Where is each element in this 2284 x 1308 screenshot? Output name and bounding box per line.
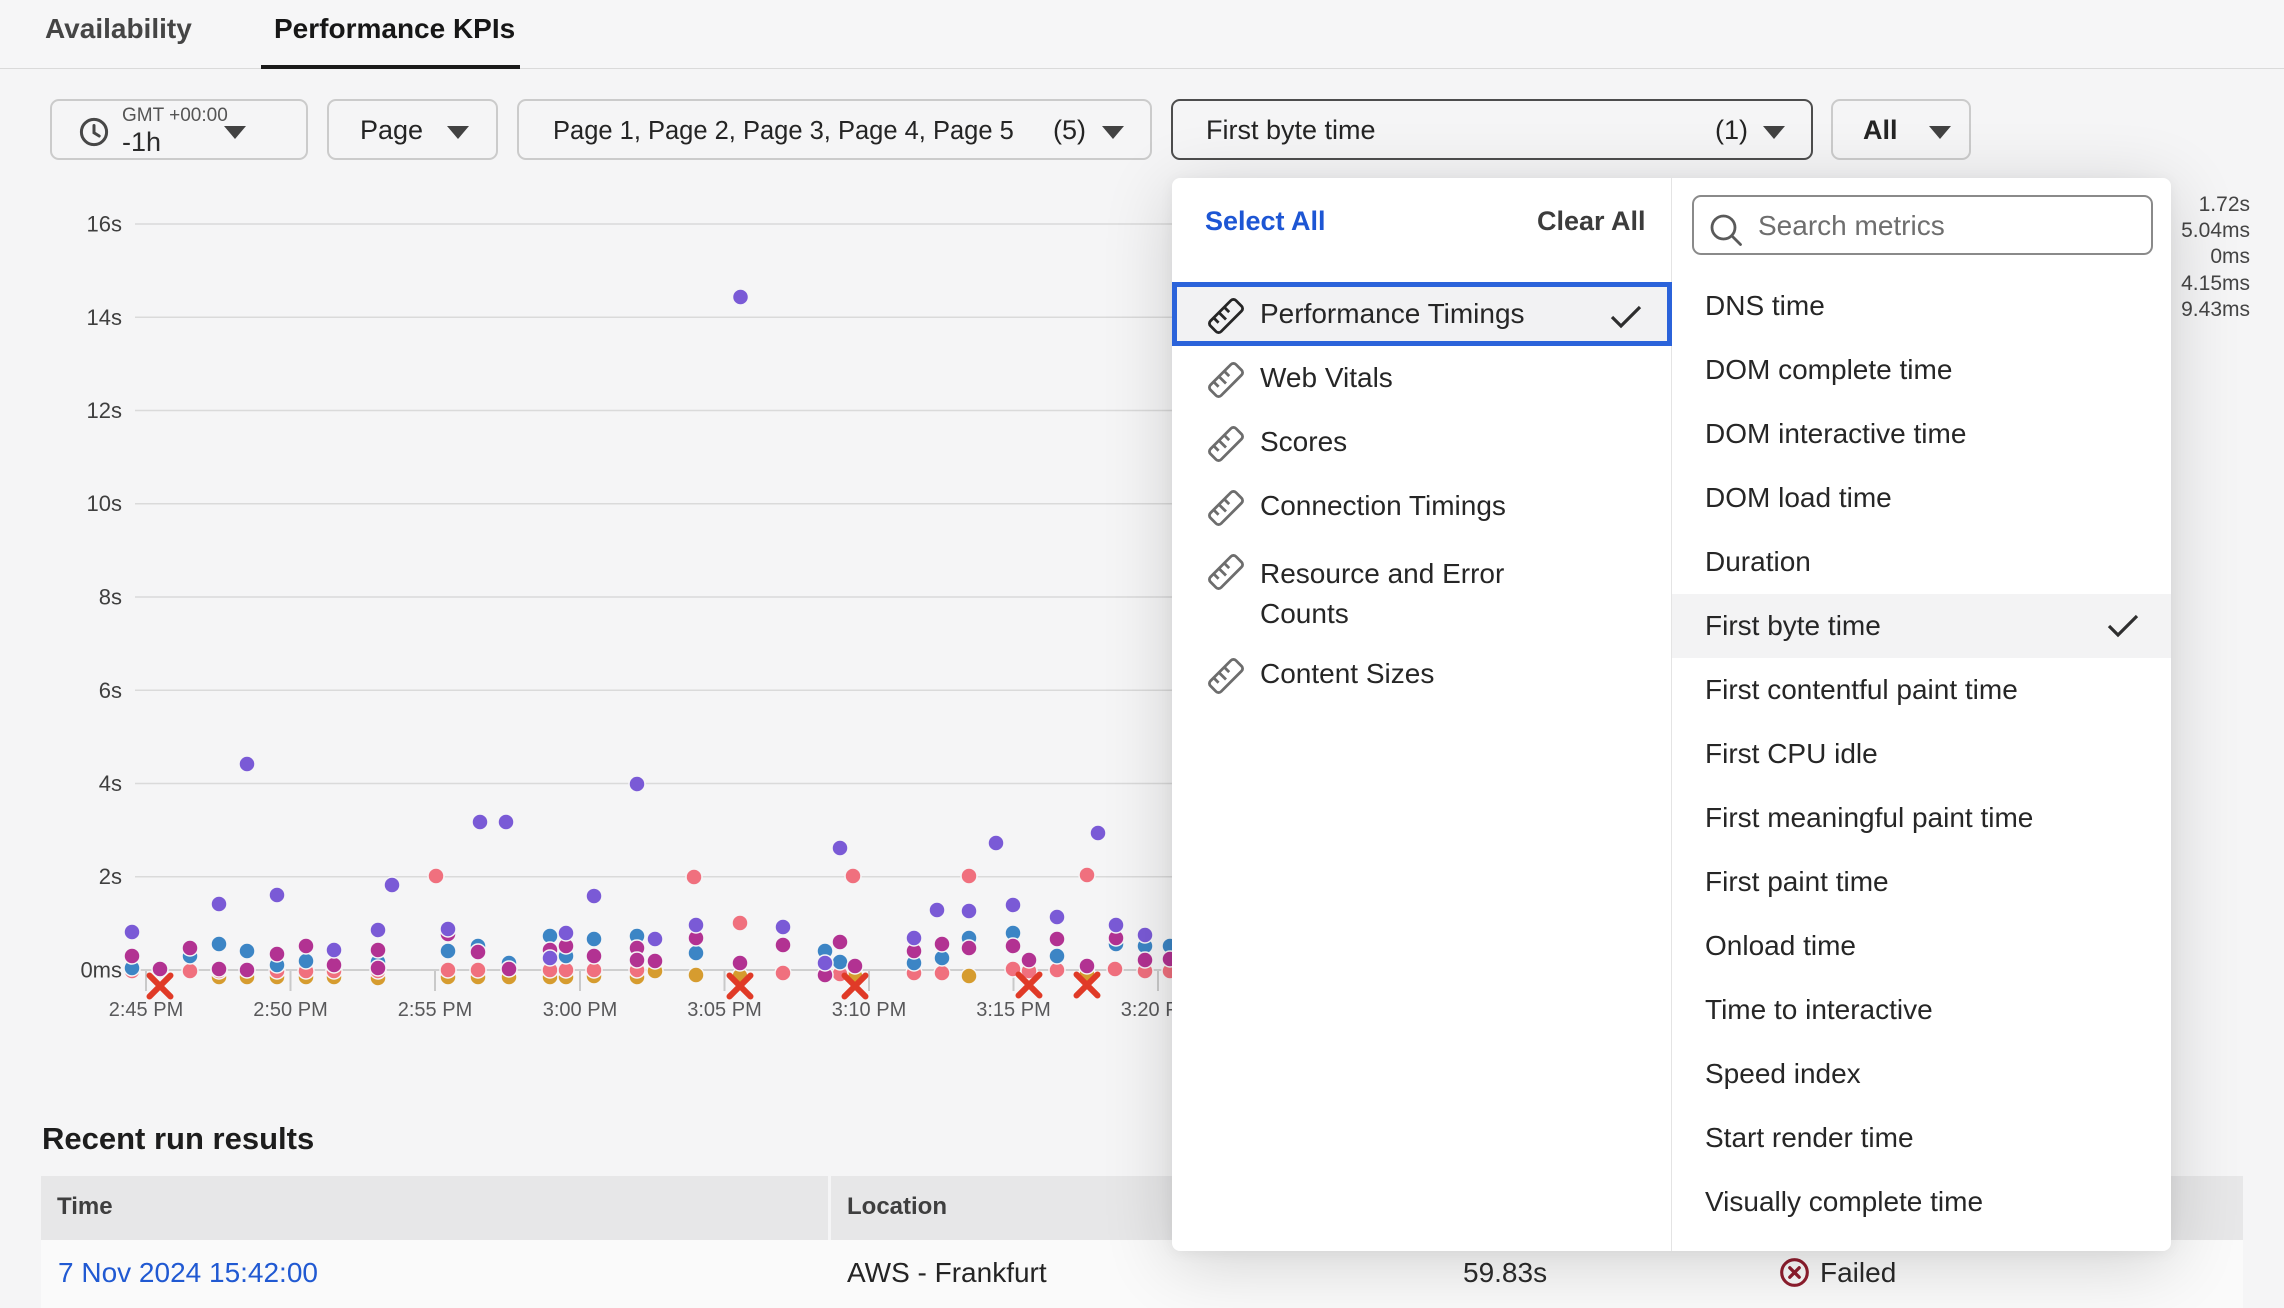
svg-text:3:00 PM: 3:00 PM [543, 999, 617, 1021]
svg-text:8s: 8s [99, 585, 122, 610]
svg-text:6s: 6s [99, 678, 122, 703]
svg-text:2:50 PM: 2:50 PM [253, 999, 327, 1021]
svg-text:3:05 PM: 3:05 PM [687, 999, 761, 1021]
svg-text:16s: 16s [87, 212, 122, 237]
svg-text:4.15ms: 4.15ms [2181, 272, 2250, 295]
svg-text:5.04ms: 5.04ms [2181, 219, 2250, 242]
svg-text:1.72s: 1.72s [2199, 193, 2250, 216]
svg-text:3:10 PM: 3:10 PM [832, 999, 906, 1021]
svg-text:2:45 PM: 2:45 PM [109, 999, 183, 1021]
svg-text:9.43ms: 9.43ms [2181, 298, 2250, 321]
svg-text:4s: 4s [99, 771, 122, 796]
svg-text:12s: 12s [87, 398, 122, 423]
svg-text:14s: 14s [87, 305, 122, 330]
svg-text:2:55 PM: 2:55 PM [398, 999, 472, 1021]
svg-text:2s: 2s [99, 864, 122, 889]
svg-text:0ms: 0ms [2210, 245, 2250, 268]
svg-text:0ms: 0ms [80, 958, 122, 983]
svg-text:10s: 10s [87, 491, 122, 516]
svg-text:3:15 PM: 3:15 PM [976, 999, 1050, 1021]
